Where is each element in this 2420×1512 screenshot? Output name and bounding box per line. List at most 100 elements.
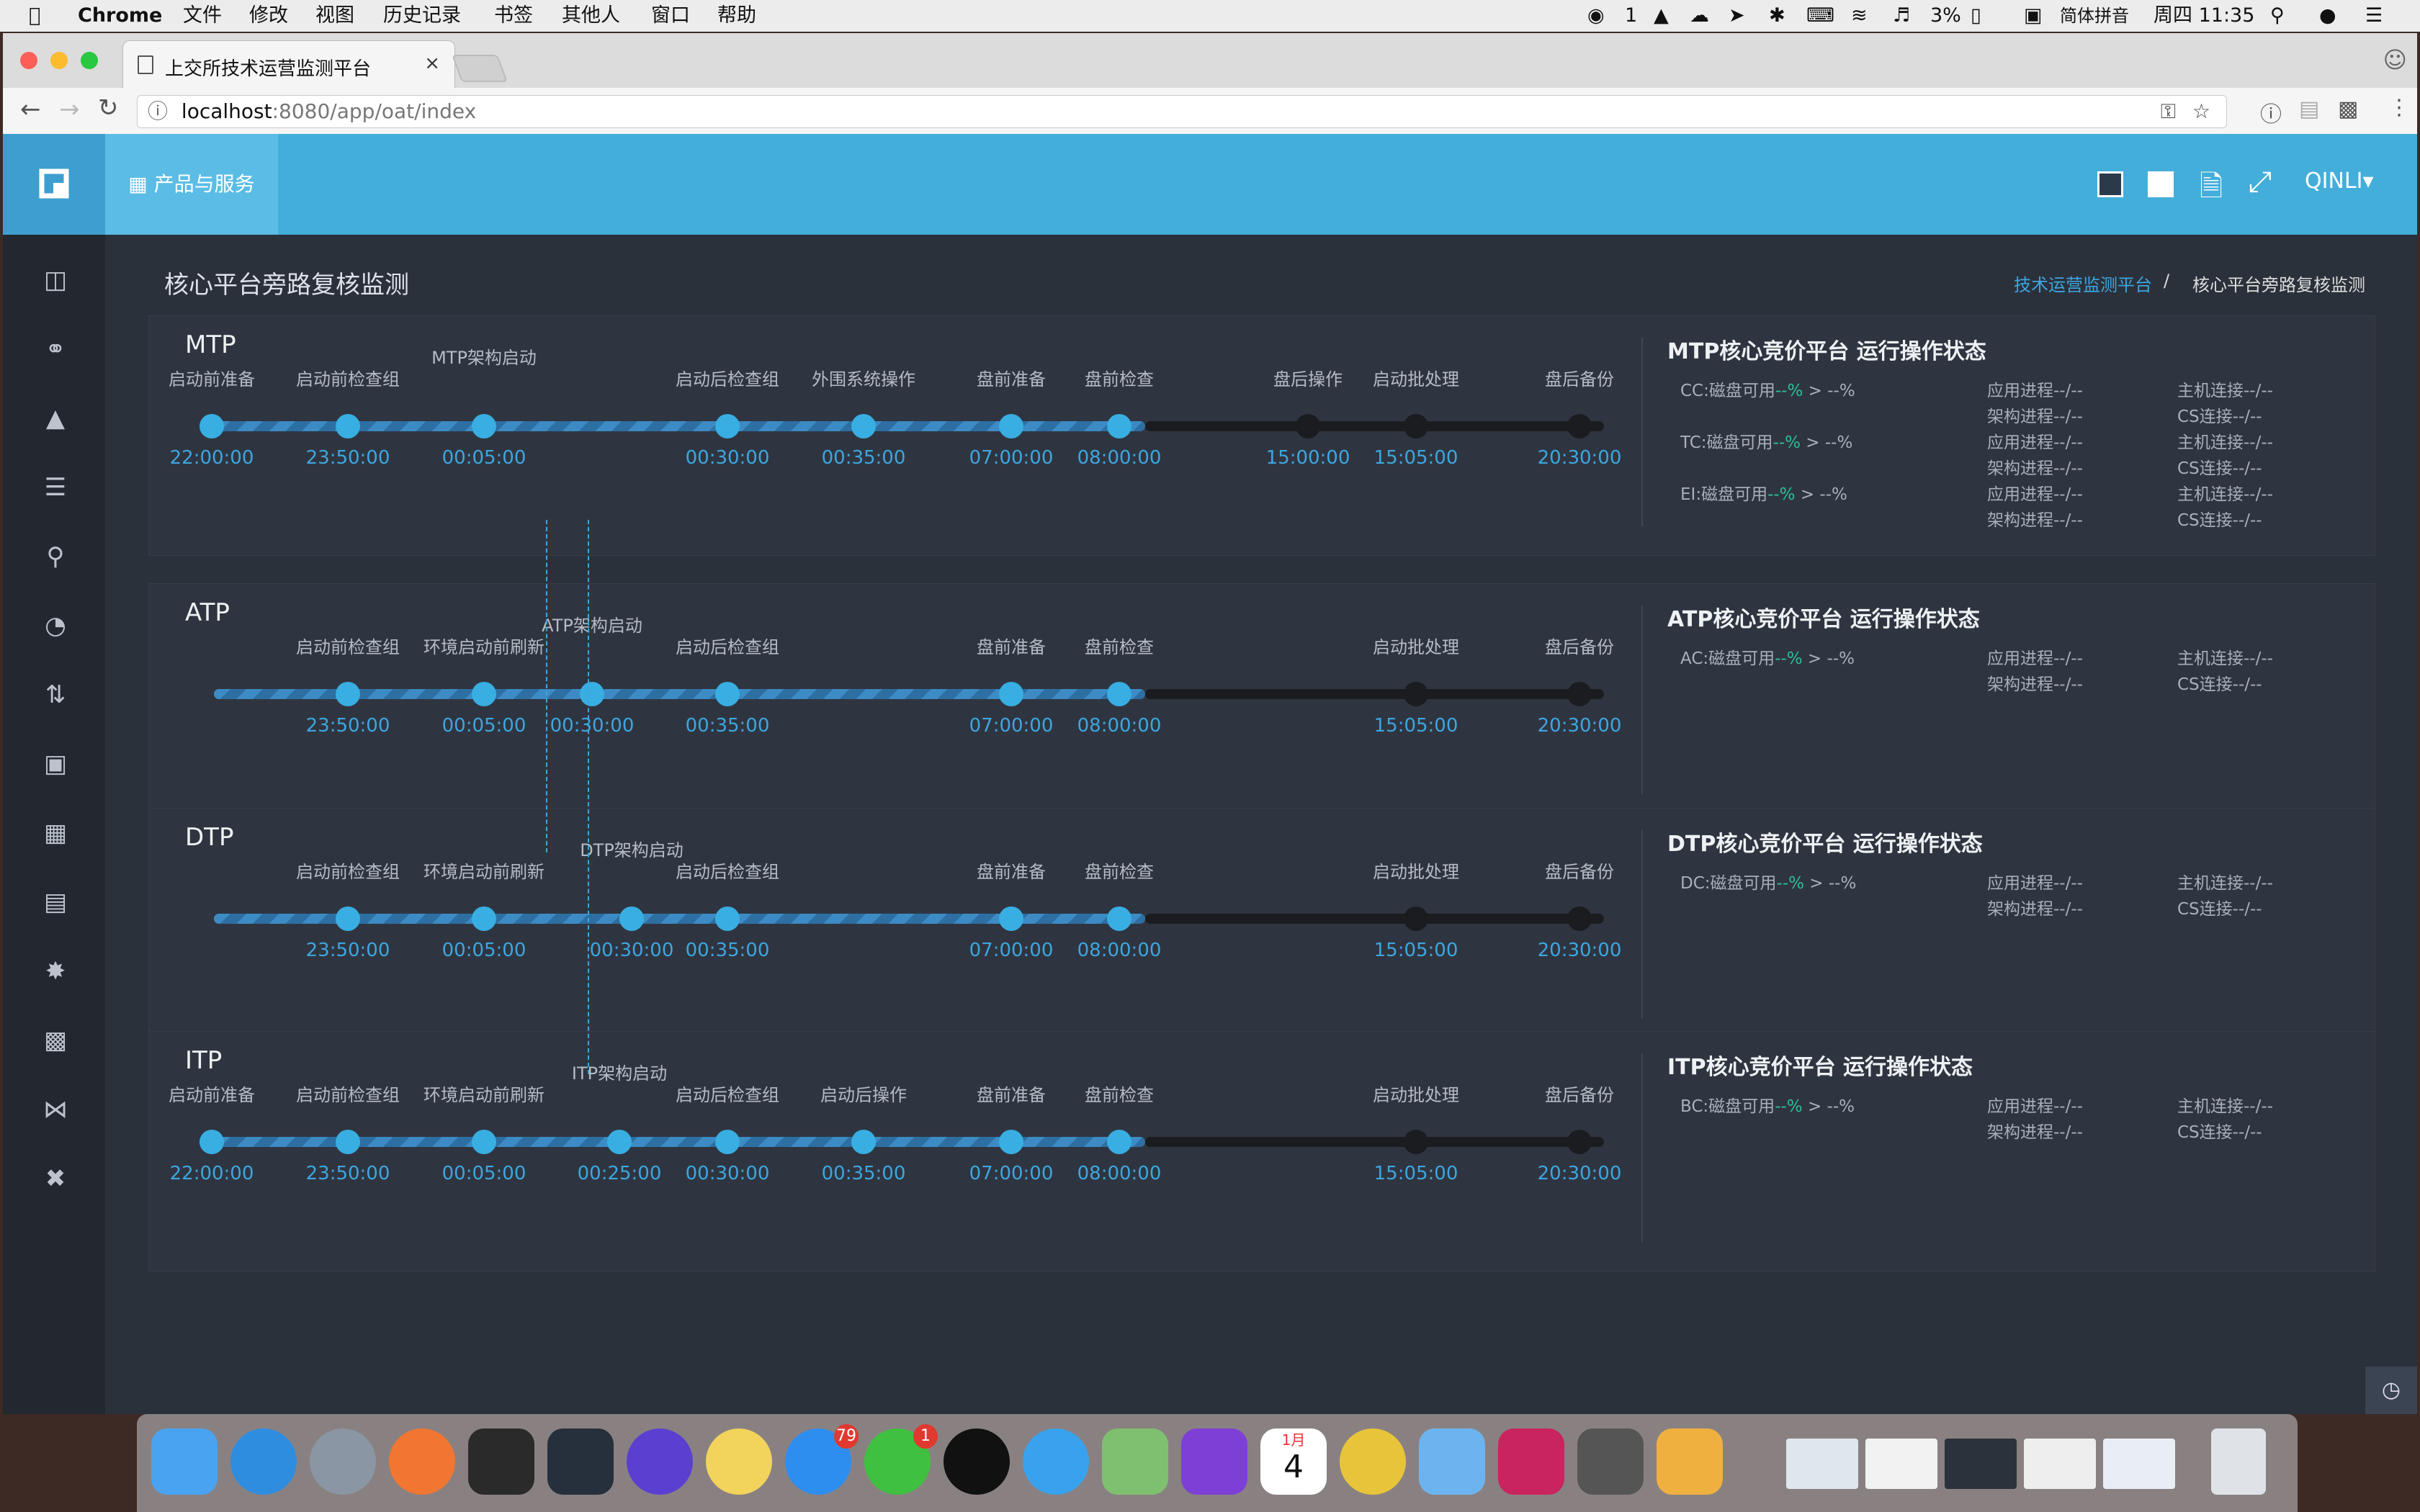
key-icon[interactable]: ⚿ — [2161, 96, 2176, 127]
timeline-node[interactable] — [999, 1130, 1023, 1154]
dock-mweb-icon[interactable] — [1577, 1428, 1644, 1495]
dock-dash-icon[interactable] — [1181, 1428, 1247, 1495]
timeline-node[interactable] — [336, 1130, 360, 1154]
dock-siri-icon[interactable] — [627, 1428, 693, 1495]
forward-icon[interactable]: → — [59, 95, 80, 124]
timeline-node[interactable] — [715, 414, 740, 438]
timeline-node[interactable] — [851, 1130, 876, 1154]
timeline-node[interactable] — [472, 906, 496, 931]
keyboard-tray-icon[interactable]: ⌨ — [1806, 0, 1834, 32]
timeline-node[interactable] — [472, 1130, 496, 1154]
timeline-node[interactable] — [999, 414, 1023, 438]
siri-icon[interactable]: ● — [2319, 0, 2336, 32]
dock-wechat-icon[interactable]: 1 — [864, 1424, 938, 1495]
timeline-node[interactable] — [1404, 906, 1428, 931]
timeline-node[interactable] — [1107, 414, 1131, 438]
history-clock-button[interactable]: ◷ — [2365, 1367, 2417, 1414]
url-field[interactable]: ⓘ localhost:8080/app/oat/index ⚿ ☆ — [137, 95, 2227, 128]
timeline-node[interactable] — [1567, 1130, 1592, 1154]
reload-icon[interactable]: ↻ — [98, 94, 119, 122]
theme-dark-button[interactable] — [2097, 171, 2123, 197]
theme-light-button[interactable] — [2148, 171, 2174, 197]
browser-tab[interactable]: 上交所技术运营监测平台 × — [122, 40, 455, 89]
timeline-node[interactable] — [715, 906, 740, 931]
bookmark-star-icon[interactable]: ☆ — [2192, 96, 2210, 127]
qq-tray-icon[interactable]: ▲ — [1654, 0, 1669, 32]
chrome-menu-icon[interactable]: ⋮ — [2388, 95, 2410, 120]
dock-window-thumb-2[interactable] — [1865, 1439, 1937, 1489]
timeline-node[interactable] — [336, 906, 360, 931]
dock-spark-icon[interactable]: 79 — [785, 1424, 859, 1495]
sidebar-network-icon[interactable]: ✸ — [42, 958, 69, 985]
timeline-node[interactable] — [1567, 682, 1592, 706]
bluetooth-tray-icon[interactable]: ✱ — [1769, 0, 1785, 32]
dock-chrome-icon[interactable] — [1340, 1428, 1406, 1495]
timeline-node[interactable] — [1567, 906, 1592, 931]
sidebar-calendar-icon[interactable]: ▦ — [42, 819, 69, 847]
timeline-node[interactable] — [580, 682, 604, 706]
input-method-icon[interactable]: ▣ — [2024, 0, 2043, 32]
fullscreen-icon[interactable]: ⤢ — [2249, 166, 2272, 199]
dock-window-thumb-3[interactable] — [1945, 1439, 2017, 1489]
timeline-node[interactable] — [336, 682, 360, 706]
sidebar-monitor-icon[interactable]: ◫ — [42, 266, 69, 294]
battery-percent[interactable]: 3% — [1930, 0, 1961, 32]
menu-app-name[interactable]: Chrome — [78, 0, 162, 32]
timeline-node[interactable] — [1404, 414, 1428, 438]
dock-intellij-icon[interactable] — [1498, 1428, 1564, 1495]
dock-safari-icon[interactable] — [230, 1428, 297, 1495]
dock-qq-icon[interactable] — [944, 1428, 1010, 1495]
dock-vscode-icon[interactable] — [547, 1428, 614, 1495]
wechat-tray-icon[interactable]: ◉ — [1587, 0, 1605, 32]
sidebar-list-icon[interactable]: ☰ — [42, 474, 69, 501]
timeline-node[interactable] — [1567, 414, 1592, 438]
user-menu[interactable]: QINLI▾ — [2305, 168, 2374, 194]
extension-puzzle-icon[interactable]: ▩ — [2338, 96, 2358, 122]
send-tray-icon[interactable]: ➤ — [1729, 0, 1745, 32]
menu-history[interactable]: 历史记录 — [383, 0, 461, 32]
timeline-node[interactable] — [336, 414, 360, 438]
dock-messages-icon[interactable] — [1023, 1428, 1089, 1495]
sidebar-tools-icon[interactable]: ✖ — [42, 1165, 69, 1192]
close-window-button[interactable] — [20, 52, 37, 69]
menu-file[interactable]: 文件 — [183, 0, 222, 32]
timeline-node[interactable] — [472, 414, 496, 438]
timeline-node[interactable] — [1404, 682, 1428, 706]
dock-postman-icon[interactable] — [389, 1428, 455, 1495]
menu-help[interactable]: 帮助 — [717, 0, 756, 32]
site-info-icon[interactable]: ⓘ — [148, 99, 168, 123]
battery-icon[interactable]: ▯ — [1971, 0, 1981, 32]
menu-people[interactable]: 其他人 — [562, 0, 620, 32]
sidebar-share-icon[interactable]: ⋈ — [42, 1096, 69, 1123]
dock-keynote-icon[interactable] — [1419, 1428, 1485, 1495]
dock-trash-icon[interactable] — [2211, 1428, 2266, 1495]
new-tab-button[interactable] — [452, 55, 508, 82]
menu-window[interactable]: 窗口 — [651, 0, 690, 32]
volume-icon[interactable]: ♬ — [1893, 0, 1910, 32]
dock-maps-icon[interactable] — [1102, 1428, 1168, 1495]
timeline-node[interactable] — [200, 414, 224, 438]
extension-info-icon[interactable]: ⓘ — [2260, 96, 2282, 128]
notification-center-icon[interactable]: ☰ — [2365, 0, 2383, 32]
menubar-clock[interactable]: 周四 11:35 — [2154, 0, 2254, 32]
apple-icon[interactable]:  — [29, 0, 40, 32]
minimize-window-button[interactable] — [50, 52, 68, 69]
sidebar-camera-icon[interactable]: ▣ — [42, 750, 69, 778]
sidebar-chart-icon[interactable]: ▲ — [42, 405, 69, 432]
menu-edit[interactable]: 修改 — [249, 0, 288, 32]
cloud-tray-icon[interactable]: ☁ — [1690, 0, 1709, 32]
products-services-button[interactable]: ▦ 产品与服务 — [105, 134, 278, 235]
back-icon[interactable]: ← — [20, 95, 41, 124]
timeline-node[interactable] — [1296, 414, 1320, 438]
timeline-node[interactable] — [851, 414, 876, 438]
dock-finder-icon[interactable] — [151, 1428, 218, 1495]
timeline-node[interactable] — [715, 1130, 740, 1154]
dock-launchpad-icon[interactable] — [310, 1428, 376, 1495]
timeline-node[interactable] — [200, 1130, 224, 1154]
sidebar-server-icon[interactable]: ▤ — [42, 888, 69, 916]
dock-window-thumb-4[interactable] — [2024, 1439, 2096, 1489]
timeline-node[interactable] — [1107, 906, 1131, 931]
zoom-window-button[interactable] — [81, 52, 98, 69]
timeline-node[interactable] — [999, 682, 1023, 706]
dock-notes-app-icon[interactable] — [706, 1428, 772, 1495]
